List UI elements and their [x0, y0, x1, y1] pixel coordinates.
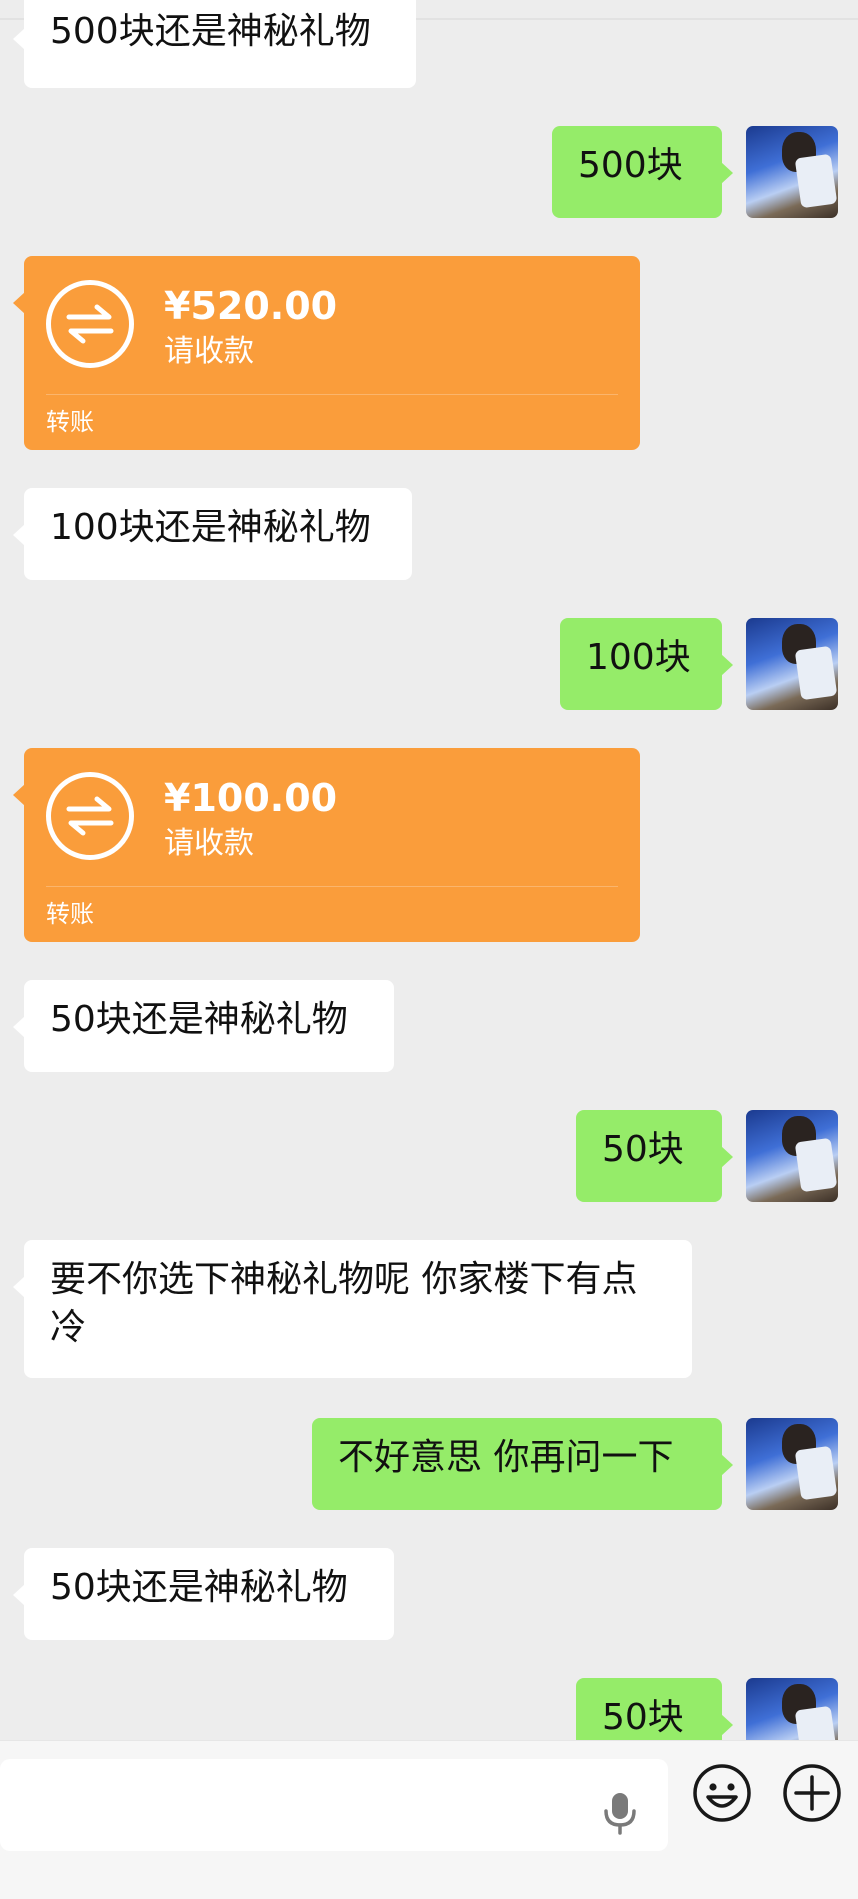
transfer-card[interactable]: ¥520.00 请收款 转账 [13, 256, 640, 450]
message-text: 500块还是神秘礼物 [50, 11, 371, 52]
message-text: 50块 [602, 1697, 684, 1738]
transfer-status: 请收款 [164, 826, 254, 861]
message-bubble-outgoing[interactable]: 不好意思 你再问一下 [312, 1418, 733, 1510]
avatar[interactable] [746, 1418, 838, 1510]
chat-input-bar [0, 1740, 858, 1899]
avatar[interactable] [746, 126, 838, 218]
transfer-card[interactable]: ¥100.00 请收款 转账 [13, 748, 640, 942]
transfer-arrows-icon [46, 772, 134, 860]
message-bubble-outgoing[interactable]: 50块 [576, 1678, 733, 1740]
message-text: 50块还是神秘礼物 [50, 999, 348, 1040]
message-text: 50块 [602, 1129, 684, 1170]
message-input[interactable] [0, 1759, 668, 1851]
transfer-label: 转账 [46, 408, 94, 436]
divider [46, 394, 618, 395]
transfer-amount: ¥520.00 [164, 284, 338, 328]
microphone-icon[interactable] [596, 1789, 644, 1837]
transfer-amount: ¥100.00 [164, 776, 338, 820]
message-text: 不好意思 你再问一下 [338, 1437, 674, 1478]
avatar[interactable] [746, 1678, 838, 1740]
plus-circle-icon[interactable] [782, 1763, 842, 1823]
message-bubble-incoming[interactable]: 500块还是神秘礼物 [13, 0, 416, 88]
message-bubble-incoming[interactable]: 100块还是神秘礼物 [13, 488, 412, 580]
message-text: 100块 [586, 637, 691, 678]
message-bubble-outgoing[interactable]: 50块 [576, 1110, 733, 1202]
message-bubble-outgoing[interactable]: 500块 [552, 126, 733, 218]
emoji-face-icon[interactable] [692, 1763, 752, 1823]
avatar[interactable] [746, 618, 838, 710]
message-text: 要不你选下神秘礼物呢 你家楼下有点冷 [50, 1259, 638, 1348]
message-bubble-incoming[interactable]: 要不你选下神秘礼物呢 你家楼下有点冷 [13, 1240, 692, 1378]
transfer-arrows-icon [46, 280, 134, 368]
message-text: 100块还是神秘礼物 [50, 507, 371, 548]
divider [46, 886, 618, 887]
transfer-status: 请收款 [164, 334, 254, 369]
transfer-label: 转账 [46, 900, 94, 928]
message-bubble-incoming[interactable]: 50块还是神秘礼物 [13, 980, 394, 1072]
message-text: 500块 [578, 145, 683, 186]
message-bubble-incoming[interactable]: 50块还是神秘礼物 [13, 1548, 394, 1640]
message-text: 50块还是神秘礼物 [50, 1567, 348, 1608]
chat-message-list[interactable]: 500块还是神秘礼物 500块 ¥520.00 请收款 转账 100块还是神秘礼… [0, 0, 858, 1740]
avatar[interactable] [746, 1110, 838, 1202]
message-bubble-outgoing[interactable]: 100块 [560, 618, 733, 710]
